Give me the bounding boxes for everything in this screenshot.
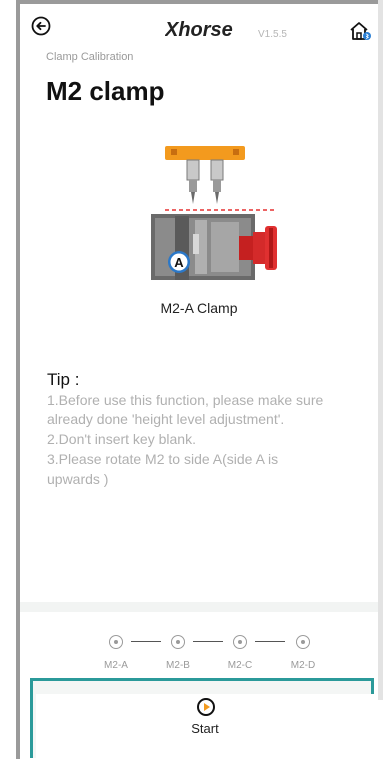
play-circle-icon (197, 698, 215, 716)
tip-title: Tip : (47, 370, 80, 389)
app-header: Xhorse V1.5.5 (20, 4, 378, 44)
section-divider (20, 602, 378, 612)
tip-line: upwards ) (47, 471, 109, 487)
tip-line: 2.Don't insert key blank. (47, 431, 196, 447)
page-title: M2 clamp (46, 76, 165, 106)
tip-line: 3.Please rotate M2 to side A(side A is (47, 451, 279, 467)
step-connector (131, 641, 161, 642)
svg-text:Xhorse: Xhorse (165, 19, 233, 40)
app-version: V1.5.5 (258, 29, 287, 40)
step-connector (255, 641, 285, 642)
step-indicator-m2d (296, 635, 310, 649)
start-button-label: Start (191, 721, 219, 736)
step-label: M2-B (166, 660, 190, 671)
breadcrumb: Clamp Calibration (46, 51, 134, 63)
scroll-track (378, 0, 383, 700)
clamp-illustration: A (135, 144, 283, 284)
m2-clamp-image: A (151, 146, 277, 280)
step-label: M2-D (290, 660, 316, 671)
step-progress: M2-A M2-B M2-C M2-D (20, 630, 378, 680)
start-button[interactable]: Start (36, 694, 374, 761)
tip-line: already done 'height level adjustment'. (47, 411, 285, 427)
step-indicator-m2b (171, 635, 185, 649)
step-label: M2-A (104, 660, 128, 671)
step-label: M2-C (227, 660, 253, 671)
step-connector (193, 641, 223, 642)
app-screen: Xhorse V1.5.5 Clamp Calibration M2 clamp (20, 4, 378, 761)
home-button[interactable] (348, 20, 372, 42)
home-icon (350, 22, 371, 40)
clamp-caption: M2-A Clamp (160, 300, 238, 316)
step-indicator-m2a (109, 635, 123, 649)
start-panel: Start (30, 678, 374, 761)
tip-line: 1.Before use this function, please make … (47, 392, 324, 408)
side-badge: A (174, 255, 184, 270)
xhorse-logo: Xhorse (165, 19, 233, 40)
back-arrow-icon (31, 16, 51, 36)
step-indicator-m2c (233, 635, 247, 649)
back-button[interactable] (30, 15, 52, 37)
